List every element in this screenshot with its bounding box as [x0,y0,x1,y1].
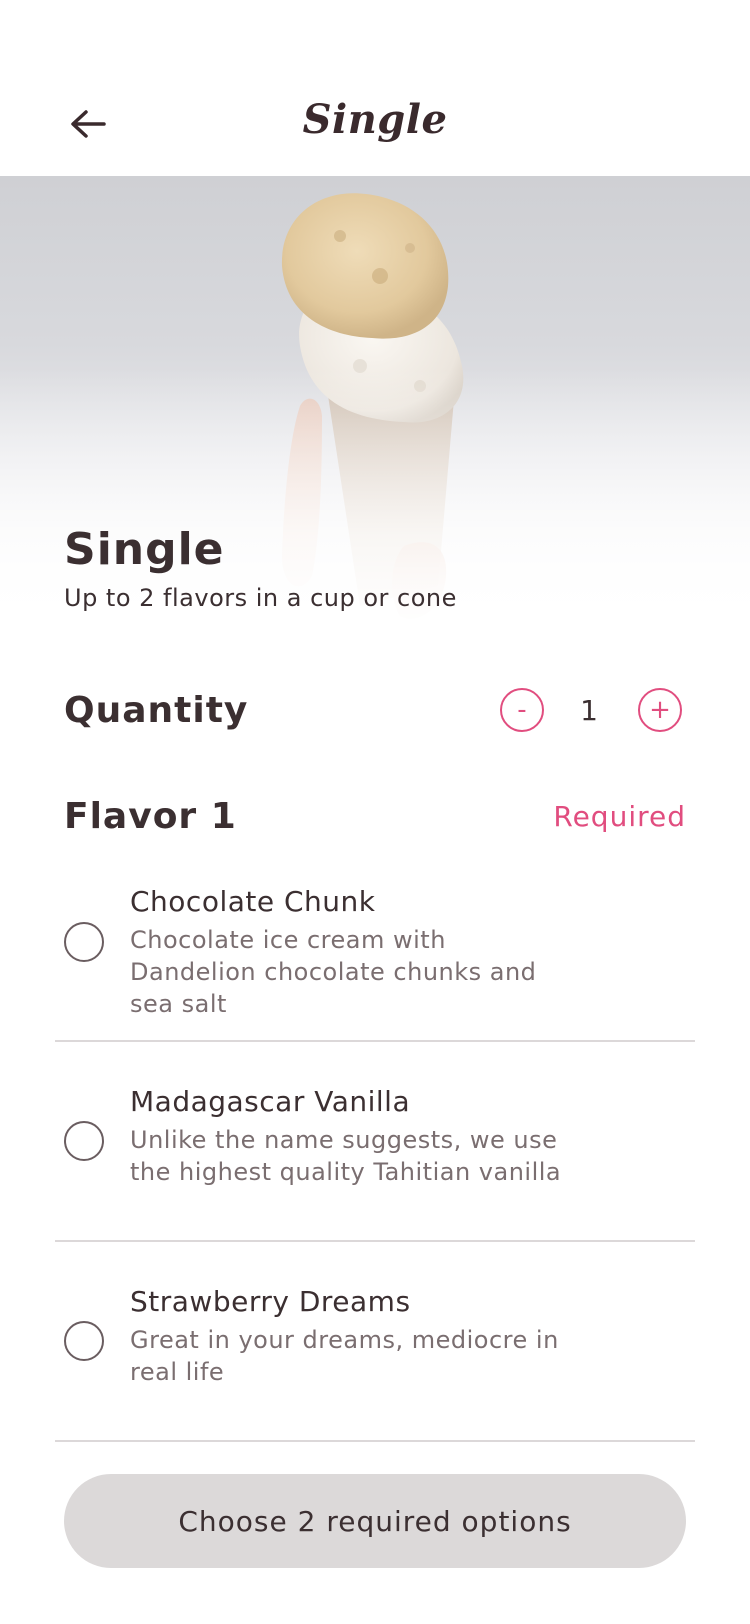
quantity-label: Quantity [64,690,249,731]
flavor-section-title: Flavor 1 [64,796,237,837]
top-bar: Single [0,0,750,176]
flavor-description: Unlike the name suggests, we use the hig… [130,1126,562,1186]
hero-image: Single Up to 2 flavors in a cup or cone [0,176,750,656]
page-title: Single [302,96,448,143]
choose-options-button[interactable]: Choose 2 required options [64,1474,686,1568]
flavor-description: Great in your dreams, mediocre in real l… [130,1326,559,1386]
flavor-name: Chocolate Chunk [130,885,376,918]
item-subtitle: Up to 2 flavors in a cup or cone [64,584,457,612]
flavor-option-chocolate-chunk[interactable]: Chocolate Chunk Chocolate ice cream with… [55,870,695,1042]
radio-button[interactable] [64,1121,104,1161]
quantity-value: 1 [580,694,598,727]
flavor-option-text: Madagascar Vanilla Unlike the name sugge… [130,1084,570,1188]
flavor-name: Strawberry Dreams [130,1285,411,1318]
flavor-description: Chocolate ice cream with Dandelion choco… [130,926,537,1018]
quantity-row: Quantity - 1 + [64,684,686,740]
radio-button[interactable] [64,922,104,962]
flavor-name: Madagascar Vanilla [130,1085,411,1118]
decrease-quantity-button[interactable]: - [500,688,544,732]
flavor-option-text: Strawberry Dreams Great in your dreams, … [130,1284,570,1388]
item-title: Single [64,524,225,575]
flavor-option-text: Chocolate Chunk Chocolate ice cream with… [130,884,570,1020]
increase-quantity-button[interactable]: + [638,688,682,732]
flavor-section-header: Flavor 1 Required [64,792,686,844]
flavor-option-strawberry-dreams[interactable]: Strawberry Dreams Great in your dreams, … [55,1242,695,1442]
radio-button[interactable] [64,1321,104,1361]
item-info: Single Up to 2 flavors in a cup or cone [64,522,457,612]
flavor-option-madagascar-vanilla[interactable]: Madagascar Vanilla Unlike the name sugge… [55,1042,695,1242]
required-badge: Required [553,800,686,833]
